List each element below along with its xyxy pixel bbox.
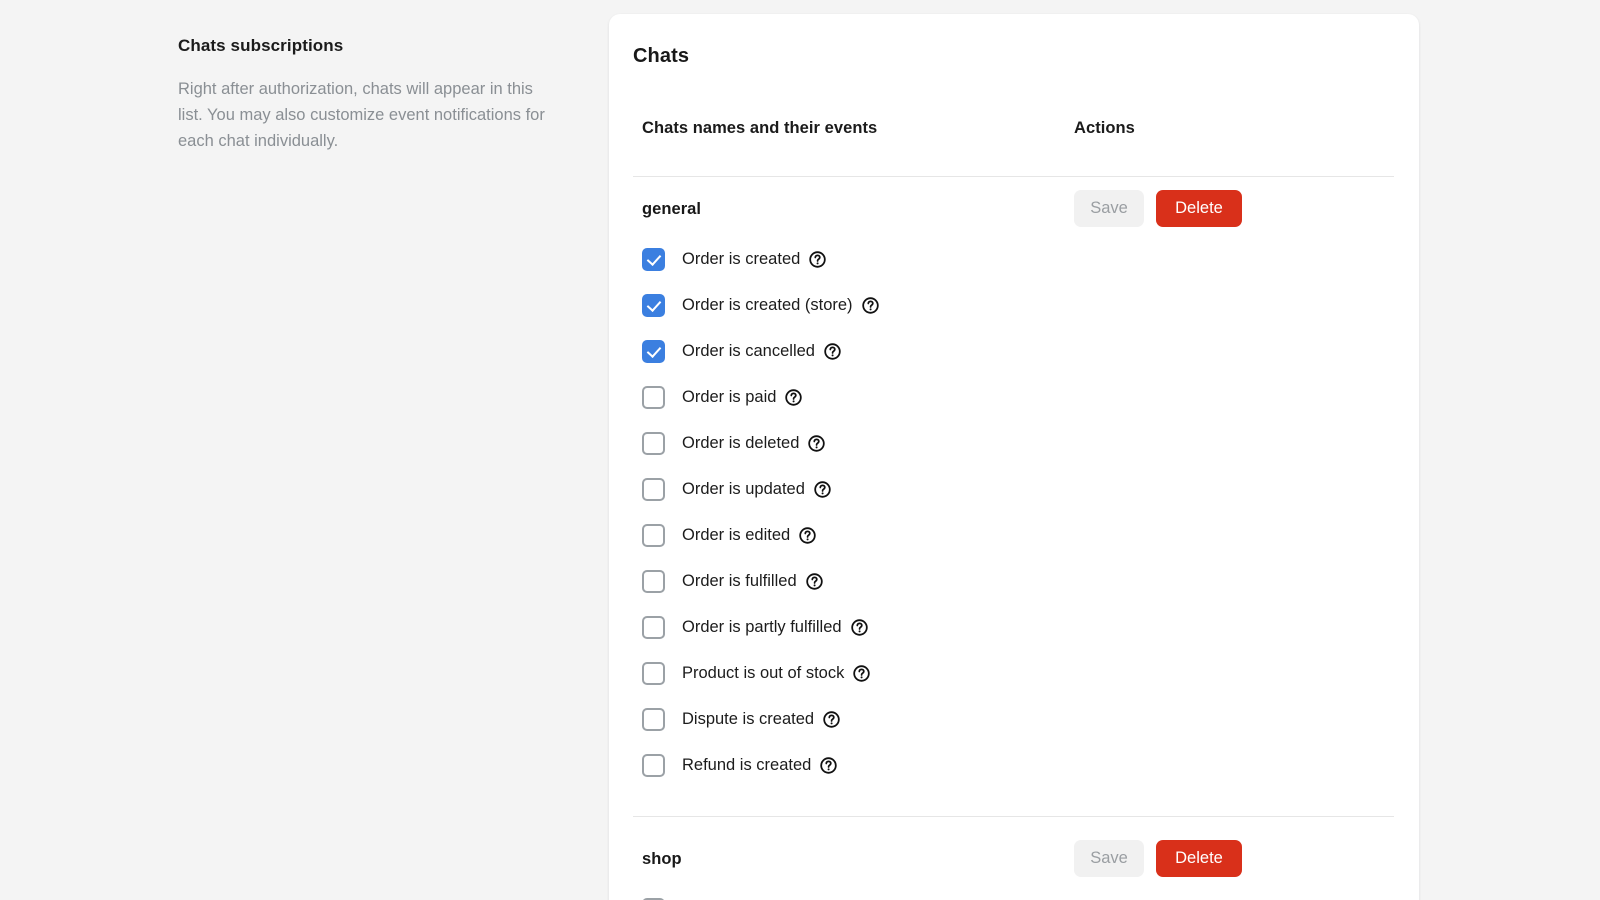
question-circle-icon[interactable] [809,250,826,268]
event-label: Product is out of stock [682,663,845,682]
column-header-names: Chats names and their events [642,119,878,137]
event-label: Order is edited [682,525,791,544]
event-checkbox[interactable] [642,293,665,317]
chat-group: shop Save Delete Order is created [633,840,1395,900]
question-circle-icon[interactable] [820,756,838,774]
event-checkbox[interactable] [642,339,665,363]
event-checkbox[interactable] [642,477,665,501]
question-circle-icon[interactable] [814,480,831,498]
save-button[interactable]: Save [1074,190,1144,227]
chat-group-actions: Save Delete [1074,840,1242,877]
question-circle-icon[interactable] [808,434,826,452]
event-list: Order is created Order is created (store… [633,236,1395,788]
event-checkbox[interactable] [642,431,665,455]
delete-button[interactable]: Delete [1156,840,1242,877]
event-checkbox[interactable] [642,615,665,639]
event-label: Order is updated [682,479,805,498]
question-circle-icon[interactable] [853,664,871,682]
save-button[interactable]: Save [1074,840,1144,877]
event-checkbox[interactable] [642,385,665,409]
chat-group-actions: Save Delete [1074,190,1242,227]
event-row[interactable]: Order is created (store) [633,282,1395,328]
header-divider [633,176,1394,177]
event-checkbox[interactable] [642,523,665,547]
event-checkbox[interactable] [642,707,665,731]
event-checkbox[interactable] [642,247,665,271]
event-row[interactable]: Order is paid [633,374,1395,420]
event-list: Order is created [633,886,1395,900]
event-row[interactable]: Order is fulfilled [633,558,1395,604]
event-row[interactable]: Order is cancelled [633,328,1395,374]
settings-page: Chats subscriptions Right after authoriz… [0,0,1600,900]
chat-group-header: shop Save Delete [633,840,1395,886]
page-title: Chats subscriptions [178,36,344,55]
chat-group-header: general Save Delete [633,190,1395,236]
chat-group-name: general [642,200,702,218]
chat-group-name: shop [642,850,682,868]
event-label: Dispute is created [682,709,815,728]
event-row[interactable]: Order is created [633,886,1395,900]
event-row[interactable]: Order is updated [633,466,1395,512]
table-header: Chats names and their events Actions [633,119,1395,169]
event-row[interactable]: Product is out of stock [633,650,1395,696]
event-label: Order is cancelled [682,341,815,360]
question-circle-icon[interactable] [799,526,816,544]
group-divider [633,816,1394,817]
event-row[interactable]: Order is created [633,236,1395,282]
chats-card: Chats Chats names and their events Actio… [609,14,1419,900]
question-circle-icon[interactable] [824,342,841,360]
page-description: Right after authorization, chats will ap… [178,80,545,150]
column-header-actions: Actions [1074,119,1135,137]
event-row[interactable]: Order is deleted [633,420,1395,466]
chats-subscriptions-info: Chats subscriptions Right after authoriz… [178,36,558,154]
event-checkbox[interactable] [642,569,665,593]
event-label: Order is deleted [682,433,800,452]
event-checkbox[interactable] [642,661,665,685]
event-label: Order is paid [682,387,777,406]
event-label: Order is fulfilled [682,571,797,590]
card-title: Chats [633,45,690,67]
question-circle-icon[interactable] [823,710,840,728]
event-row[interactable]: Order is edited [633,512,1395,558]
question-circle-icon[interactable] [805,572,823,590]
delete-button[interactable]: Delete [1156,190,1242,227]
question-circle-icon[interactable] [785,388,803,406]
event-row[interactable]: Refund is created [633,742,1395,788]
event-row[interactable]: Order is partly fulfilled [633,604,1395,650]
event-row[interactable]: Dispute is created [633,696,1395,742]
event-label: Refund is created [682,755,812,774]
question-circle-icon[interactable] [861,296,879,314]
chat-group: general Save Delete Order is created Order … [633,190,1395,788]
question-circle-icon[interactable] [850,618,868,636]
event-label: Order is created (store) [682,295,853,314]
event-label: Order is created [682,249,801,268]
event-checkbox[interactable] [642,753,665,777]
event-label: Order is partly fulfilled [682,617,842,636]
